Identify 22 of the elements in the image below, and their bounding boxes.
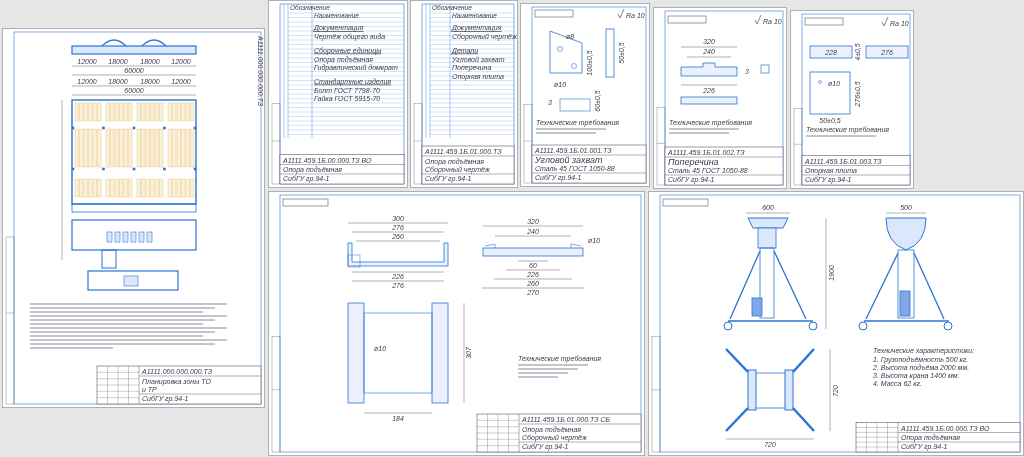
dimension-line [745,212,791,214]
dimension-line [517,260,549,262]
dimension-line [686,56,732,58]
notes-text-lines [805,135,877,137]
dimension-line [363,412,433,414]
stamp-box [662,198,709,207]
roughness-icon [881,16,889,27]
roughness-icon [617,8,625,19]
dimension-line [680,46,738,48]
stamp-box [667,15,707,24]
dimension-line [680,84,738,86]
notes-text-lines [517,364,589,378]
stamp-box [534,9,574,18]
dimension-line [885,212,927,214]
notes-text-lines [668,128,740,134]
drawing-title: Угловой захват [535,154,603,165]
stamp-box [804,17,844,26]
roughness-icon [754,14,762,25]
stamp-box [282,198,329,207]
drawing-title: Поперечина [668,156,719,167]
notes-text-lines [535,128,607,134]
dimension-line [505,269,561,271]
